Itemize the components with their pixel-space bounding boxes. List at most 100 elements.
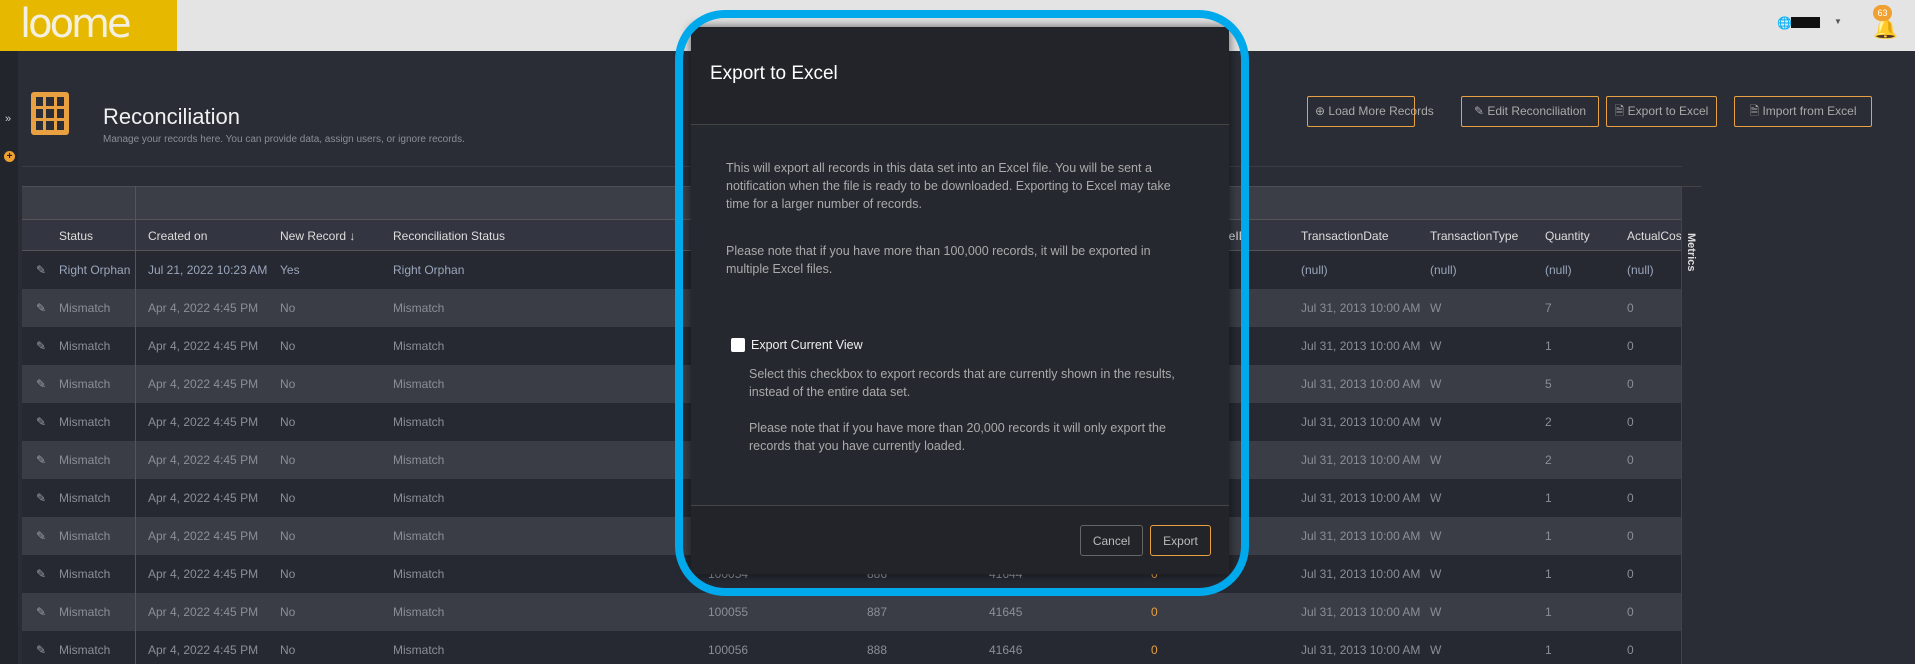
cell-recon: Mismatch [393,605,445,619]
cell-status: Right Orphan [59,263,131,277]
cell-qty: 1 [1545,567,1552,581]
cell-type: (null) [1430,263,1457,277]
cell-recon: Mismatch [393,453,445,467]
cell-date: Jul 31, 2013 10:00 AM [1301,491,1421,505]
cell-cost: 0 [1627,453,1634,467]
cell-type: W [1430,529,1442,543]
cell-new: No [280,567,296,581]
edit-pencil-icon[interactable]: ✎ [36,529,46,543]
export-button[interactable]: Export [1150,525,1211,556]
column-header[interactable]: TransactionDate [1301,229,1389,243]
export-to-excel-button[interactable]: 🗎 Export to Excel [1606,96,1717,127]
edit-pencil-icon[interactable]: ✎ [36,301,46,315]
edit-pencil-icon[interactable]: ✎ [36,491,46,505]
cell-status: Mismatch [59,301,111,315]
cell-h1: 100056 [708,643,749,657]
cell-created: Apr 4, 2022 4:45 PM [148,453,259,467]
cell-type: W [1430,567,1442,581]
cell-h2: 887 [867,605,888,619]
cell-date: Jul 31, 2013 10:00 AM [1301,643,1421,657]
column-header[interactable]: Reconciliation Status [393,229,505,243]
export-current-view-label[interactable]: Export Current View [751,338,863,352]
edit-pencil-icon[interactable]: ✎ [36,605,46,619]
cell-new: No [280,643,296,657]
cell-date: Jul 31, 2013 10:00 AM [1301,301,1421,315]
cell-created: Apr 4, 2022 4:45 PM [148,491,259,505]
cell-cost: 0 [1627,605,1634,619]
edit-pencil-icon[interactable]: ✎ [36,377,46,391]
cell-cost: (null) [1627,263,1654,277]
modal-body: This will export all records in this dat… [691,125,1229,505]
cell-cost: 0 [1627,301,1634,315]
user-menu-redacted[interactable] [1791,17,1820,28]
edit-pencil-icon[interactable]: ✎ [36,415,46,429]
cell-created: Apr 4, 2022 4:45 PM [148,415,259,429]
modal-header: Export to Excel [691,27,1229,125]
export-current-view-checkbox[interactable] [731,338,745,352]
table-row[interactable]: ✎ Mismatch Apr 4, 2022 4:45 PM No Mismatch 10… [22,593,1681,631]
column-header[interactable]: Status [59,229,93,243]
cell-new: No [280,301,296,315]
expand-sidebar-icon[interactable]: » [5,113,11,125]
cell-created: Apr 4, 2022 4:45 PM [148,567,259,581]
cell-cost: 0 [1627,377,1634,391]
cell-h2: 888 [867,643,888,657]
cell-date: Jul 31, 2013 10:00 AM [1301,377,1421,391]
cell-h1: 100055 [708,605,749,619]
notification-badge: 63 [1873,5,1892,21]
cell-date: Jul 31, 2013 10:00 AM [1301,339,1421,353]
cell-type: W [1430,301,1442,315]
cell-created: Apr 4, 2022 4:45 PM [148,643,259,657]
cell-status: Mismatch [59,377,111,391]
cell-new: No [280,339,296,353]
cell-new: No [280,377,296,391]
button-label: Export to Excel [1627,104,1709,118]
cell-status: Mismatch [59,491,111,505]
cell-new: No [280,491,296,505]
table-icon [31,92,69,135]
edit-pencil-icon[interactable]: ✎ [36,643,46,657]
chevron-down-icon[interactable]: ▼ [1834,17,1842,26]
column-header[interactable]: Created on [148,229,207,243]
column-header[interactable]: ActualCost [1627,229,1681,243]
globe-icon[interactable]: 🌐 [1777,16,1792,30]
column-header[interactable]: TransactionType [1430,229,1518,243]
cell-qty: 1 [1545,529,1552,543]
cell-created: Apr 4, 2022 4:45 PM [148,529,259,543]
cell-created: Jul 21, 2022 10:23 AM [148,263,268,277]
cancel-button[interactable]: Cancel [1080,525,1143,556]
edit-reconciliation-button[interactable]: ✎ Edit Reconciliation [1461,96,1599,127]
add-icon[interactable]: + [4,151,15,162]
edit-pencil-icon[interactable]: ✎ [36,567,46,581]
cell-type: W [1430,605,1442,619]
cell-status: Mismatch [59,453,111,467]
export-to-excel-modal: Export to Excel This will export all rec… [691,27,1229,574]
metrics-panel-toggle[interactable]: Metrics [1681,186,1701,664]
edit-pencil-icon[interactable]: ✎ [36,453,46,467]
load-more-records-button[interactable]: ⊕ Load More Records [1307,96,1434,127]
import-from-excel-button[interactable]: 🗎 Import from Excel [1734,96,1872,127]
cell-date: Jul 31, 2013 10:00 AM [1301,567,1421,581]
column-header[interactable]: Quantity [1545,229,1590,243]
button-label: Edit Reconciliation [1487,104,1587,118]
cell-date: Jul 31, 2013 10:00 AM [1301,529,1421,543]
edit-pencil-icon[interactable]: ✎ [36,339,46,353]
cell-created: Apr 4, 2022 4:45 PM [148,339,259,353]
cell-h3: 41645 [989,605,1023,619]
cell-new: Yes [280,263,300,277]
button-label: Load More Records [1328,104,1434,118]
cell-qty: 7 [1545,301,1552,315]
cell-h3: 41646 [989,643,1023,657]
loome-logo[interactable]: loome [0,0,177,51]
cell-type: W [1430,415,1442,429]
cell-date: Jul 31, 2013 10:00 AM [1301,415,1421,429]
edit-pencil-icon[interactable]: ✎ [36,263,46,277]
cell-recon: Mismatch [393,643,445,657]
cell-status: Mismatch [59,415,111,429]
table-row[interactable]: ✎ Mismatch Apr 4, 2022 4:45 PM No Mismatch 10… [22,631,1681,664]
cell-qty: 1 [1545,491,1552,505]
cell-cost: 0 [1627,339,1634,353]
cell-new: No [280,605,296,619]
column-header[interactable]: New Record ↓ [280,229,355,243]
sidebar: » + [0,51,18,664]
